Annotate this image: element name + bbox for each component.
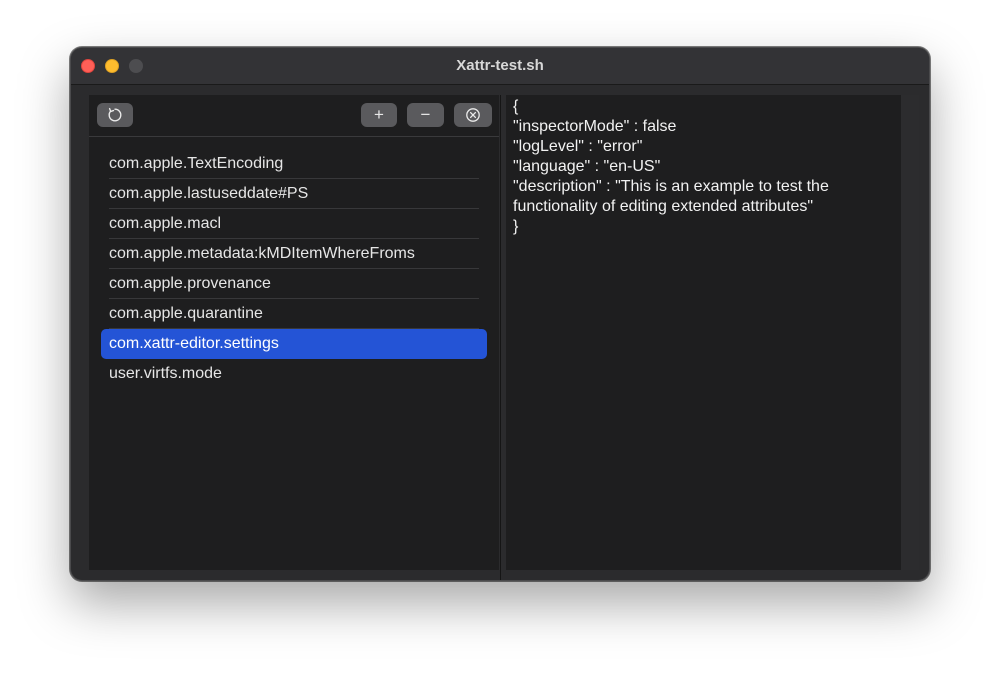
value-text-editor[interactable]: { "inspectorMode" : false "logLevel" : "…	[513, 97, 873, 237]
list-item[interactable]: com.apple.quarantine	[109, 299, 479, 329]
value-editor-pane: { "inspectorMode" : false "logLevel" : "…	[506, 95, 902, 570]
clear-button[interactable]	[454, 103, 492, 127]
list-toolbar: + −	[89, 95, 499, 137]
attribute-list: com.apple.TextEncoding com.apple.lastuse…	[89, 149, 499, 389]
window-title: Xattr-test.sh	[456, 57, 544, 74]
app-window: Xattr-test.sh + − com.apple.TextEncoding…	[70, 47, 930, 581]
list-item[interactable]: com.apple.metadata:kMDItemWhereFroms	[109, 239, 479, 269]
list-item[interactable]: com.apple.lastuseddate#PS	[109, 179, 479, 209]
plus-icon: +	[374, 105, 384, 124]
split-divider[interactable]	[500, 95, 501, 580]
clear-circle-icon	[466, 108, 480, 122]
editor-scrollbar[interactable]	[901, 95, 919, 570]
list-item-selected[interactable]: com.xattr-editor.settings	[101, 329, 487, 359]
list-item[interactable]: user.virtfs.mode	[109, 359, 479, 389]
remove-attribute-button[interactable]: −	[407, 103, 444, 127]
attribute-list-pane: + − com.apple.TextEncoding com.apple.las…	[89, 95, 499, 570]
title-bar[interactable]: Xattr-test.sh	[71, 48, 929, 85]
add-attribute-button[interactable]: +	[361, 103, 397, 127]
refresh-icon	[108, 107, 122, 122]
list-item[interactable]: com.apple.TextEncoding	[109, 149, 479, 179]
minus-icon: −	[420, 105, 431, 124]
list-item[interactable]: com.apple.macl	[109, 209, 479, 239]
refresh-button[interactable]	[97, 103, 133, 127]
list-item[interactable]: com.apple.provenance	[109, 269, 479, 299]
